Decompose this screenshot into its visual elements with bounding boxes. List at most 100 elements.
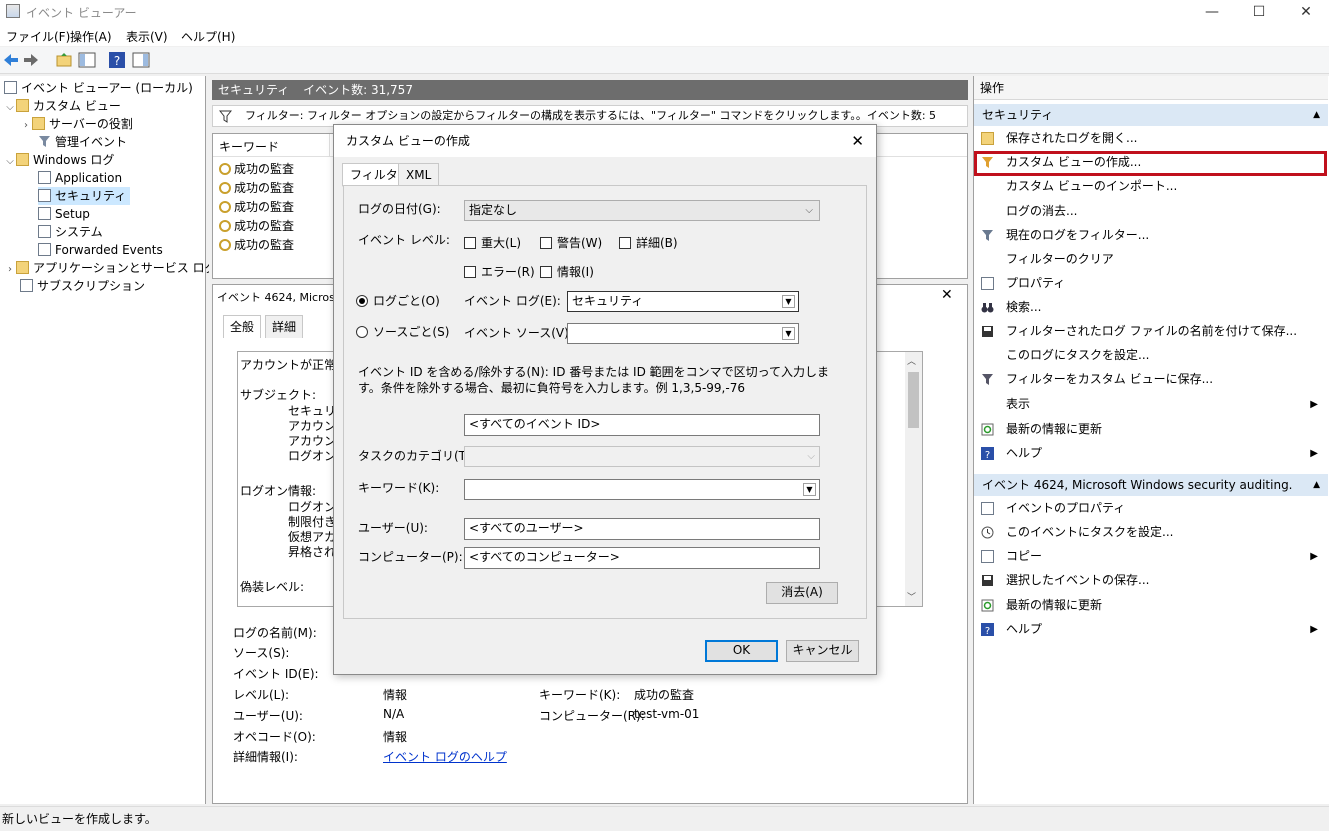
chevron-right-icon[interactable]: ›	[4, 261, 16, 279]
dropdown-arrow-icon[interactable]: ▼	[803, 483, 816, 496]
tab-details[interactable]: 詳細	[265, 315, 304, 338]
scrollbar-thumb[interactable]	[908, 372, 919, 428]
close-window-button[interactable]: ✕	[1283, 0, 1329, 24]
level-critical-checkbox[interactable]: 重大(L)	[464, 234, 521, 251]
list-item[interactable]: 成功の監査	[219, 179, 294, 198]
radio-button[interactable]	[356, 326, 368, 338]
tree-root[interactable]: イベント ビューアー (ローカル)	[4, 79, 193, 97]
maximize-button[interactable]: ☐	[1236, 0, 1282, 24]
user-input[interactable]: <すべてのユーザー>	[464, 518, 820, 540]
checkbox-box[interactable]	[464, 237, 476, 249]
action-help-2[interactable]: ? ヘルプ ▶	[974, 618, 1328, 641]
column-keyword[interactable]: キーワード	[219, 138, 279, 155]
action-event-properties[interactable]: イベントのプロパティ	[974, 497, 1328, 520]
actions-section-event[interactable]: イベント 4624, Microsoft Windows security au…	[974, 474, 1328, 496]
tree-forwarded-events[interactable]: Forwarded Events	[38, 241, 163, 259]
scroll-up-icon[interactable]: ︿	[907, 354, 916, 367]
tree-admin-events[interactable]: 管理イベント	[38, 133, 127, 151]
collapse-icon[interactable]: ▲	[1313, 474, 1320, 496]
event-source-select[interactable]: ▼	[567, 323, 799, 344]
list-item[interactable]: 成功の監査	[219, 160, 294, 179]
radio-button[interactable]	[356, 295, 368, 307]
forward-arrow-icon[interactable]	[22, 51, 40, 69]
action-help[interactable]: ? ヘルプ ▶	[974, 442, 1328, 465]
tree-apps-services[interactable]: › アプリケーションとサービス ログ	[4, 259, 217, 277]
tree-application[interactable]: Application	[38, 169, 122, 187]
list-item[interactable]: 成功の監査	[219, 198, 294, 217]
tree-windows-logs[interactable]: ⌵ Windows ログ	[4, 151, 114, 169]
chevron-right-icon[interactable]: ›	[20, 117, 32, 135]
dropdown-arrow-icon[interactable]: ▼	[782, 327, 795, 340]
action-refresh[interactable]: 最新の情報に更新	[974, 418, 1328, 441]
open-folder-icon[interactable]	[55, 51, 73, 69]
computer-input[interactable]: <すべてのコンピューター>	[464, 547, 820, 569]
properties-icon	[981, 277, 994, 290]
action-save-filtered-log[interactable]: フィルターされたログ ファイルの名前を付けて保存...	[974, 320, 1328, 343]
event-log-select[interactable]: セキュリティ ▼	[567, 291, 799, 312]
action-open-saved-log[interactable]: 保存されたログを開く...	[974, 127, 1328, 150]
list-item[interactable]: 成功の監査	[219, 217, 294, 236]
checkbox-box[interactable]	[464, 266, 476, 278]
action-filter-current-log[interactable]: 現在のログをフィルター...	[974, 224, 1328, 247]
action-find[interactable]: 検索...	[974, 296, 1328, 319]
action-refresh-2[interactable]: 最新の情報に更新	[974, 594, 1328, 617]
action-clear-log[interactable]: ログの消去...	[974, 200, 1328, 223]
properties-icon	[981, 502, 994, 515]
checkbox-box[interactable]	[619, 237, 631, 249]
action-copy[interactable]: コピー ▶	[974, 545, 1328, 568]
by-log-radio[interactable]: ログごと(O)	[356, 292, 440, 309]
logged-select[interactable]: 指定なし ⌵	[464, 200, 820, 221]
list-item[interactable]: 成功の監査	[219, 236, 294, 255]
ok-button[interactable]: OK	[705, 640, 778, 662]
menu-action[interactable]: 操作(A)	[70, 28, 112, 45]
minimize-button[interactable]: —	[1189, 0, 1235, 24]
checkbox-box[interactable]	[540, 266, 552, 278]
detail-close-icon[interactable]: ✕	[941, 287, 953, 303]
tree-system[interactable]: システム	[38, 223, 103, 241]
task-category-select[interactable]: ⌵	[464, 446, 820, 467]
level-info-checkbox[interactable]: 情報(I)	[540, 263, 594, 280]
action-create-custom-view[interactable]: カスタム ビューの作成...	[974, 151, 1328, 174]
action-save-selected-events[interactable]: 選択したイベントの保存...	[974, 569, 1328, 592]
show-action-pane-icon[interactable]	[132, 51, 150, 69]
action-view[interactable]: 表示 ▶	[974, 393, 1328, 416]
tree-security[interactable]: セキュリティ	[38, 187, 131, 205]
menu-file[interactable]: ファイル(F)	[6, 28, 70, 45]
dialog-close-icon[interactable]: ✕	[851, 125, 864, 157]
action-import-custom-view[interactable]: カスタム ビューのインポート...	[974, 175, 1328, 198]
event-id-input[interactable]: <すべてのイベント ID>	[464, 414, 820, 436]
cancel-button[interactable]: キャンセル	[786, 640, 859, 662]
chevron-down-icon[interactable]: ⌵	[4, 153, 16, 171]
clear-button[interactable]: 消去(A)	[766, 582, 838, 604]
back-arrow-icon[interactable]	[2, 51, 20, 69]
scroll-down-icon[interactable]: ﹀	[907, 590, 916, 603]
tree-setup[interactable]: Setup	[38, 205, 90, 223]
help-icon[interactable]: ?	[108, 51, 126, 69]
menu-view[interactable]: 表示(V)	[126, 28, 168, 45]
action-save-filter-custom-view[interactable]: フィルターをカスタム ビューに保存...	[974, 368, 1328, 391]
action-properties[interactable]: プロパティ	[974, 272, 1328, 295]
show-pane-icon[interactable]	[78, 51, 96, 69]
tree-server-roles[interactable]: › サーバーの役割	[20, 115, 133, 133]
keyword-select[interactable]: ▼	[464, 479, 820, 500]
actions-section-security[interactable]: セキュリティ ▲	[974, 104, 1328, 126]
vertical-scrollbar[interactable]: ︿ ﹀	[905, 352, 922, 606]
collapse-icon[interactable]: ▲	[1313, 104, 1320, 126]
level-verbose-checkbox[interactable]: 詳細(B)	[619, 234, 678, 251]
chevron-down-icon[interactable]: ⌵	[4, 99, 16, 117]
action-attach-task-log[interactable]: このログにタスクを設定...	[974, 344, 1328, 367]
by-source-radio[interactable]: ソースごと(S)	[356, 323, 449, 340]
level-error-checkbox[interactable]: エラー(R)	[464, 263, 535, 280]
level-warning-checkbox[interactable]: 警告(W)	[540, 234, 602, 251]
tree-subscriptions[interactable]: サブスクリプション	[20, 277, 145, 295]
tree-custom-views[interactable]: ⌵ カスタム ビュー	[4, 97, 121, 115]
menu-help[interactable]: ヘルプ(H)	[181, 28, 235, 45]
event-id-help: イベント ID を含める/除外する(N): ID 番号または ID 範囲をコンマ…	[358, 365, 830, 395]
action-clear-filter[interactable]: フィルターのクリア	[974, 248, 1328, 271]
tab-xml[interactable]: XML	[398, 163, 440, 186]
dropdown-arrow-icon[interactable]: ▼	[782, 295, 795, 308]
checkbox-box[interactable]	[540, 237, 552, 249]
action-attach-task-event[interactable]: このイベントにタスクを設定...	[974, 521, 1328, 544]
event-log-help-link[interactable]: イベント ログのヘルプ	[383, 748, 507, 765]
tab-general[interactable]: 全般	[223, 315, 262, 338]
